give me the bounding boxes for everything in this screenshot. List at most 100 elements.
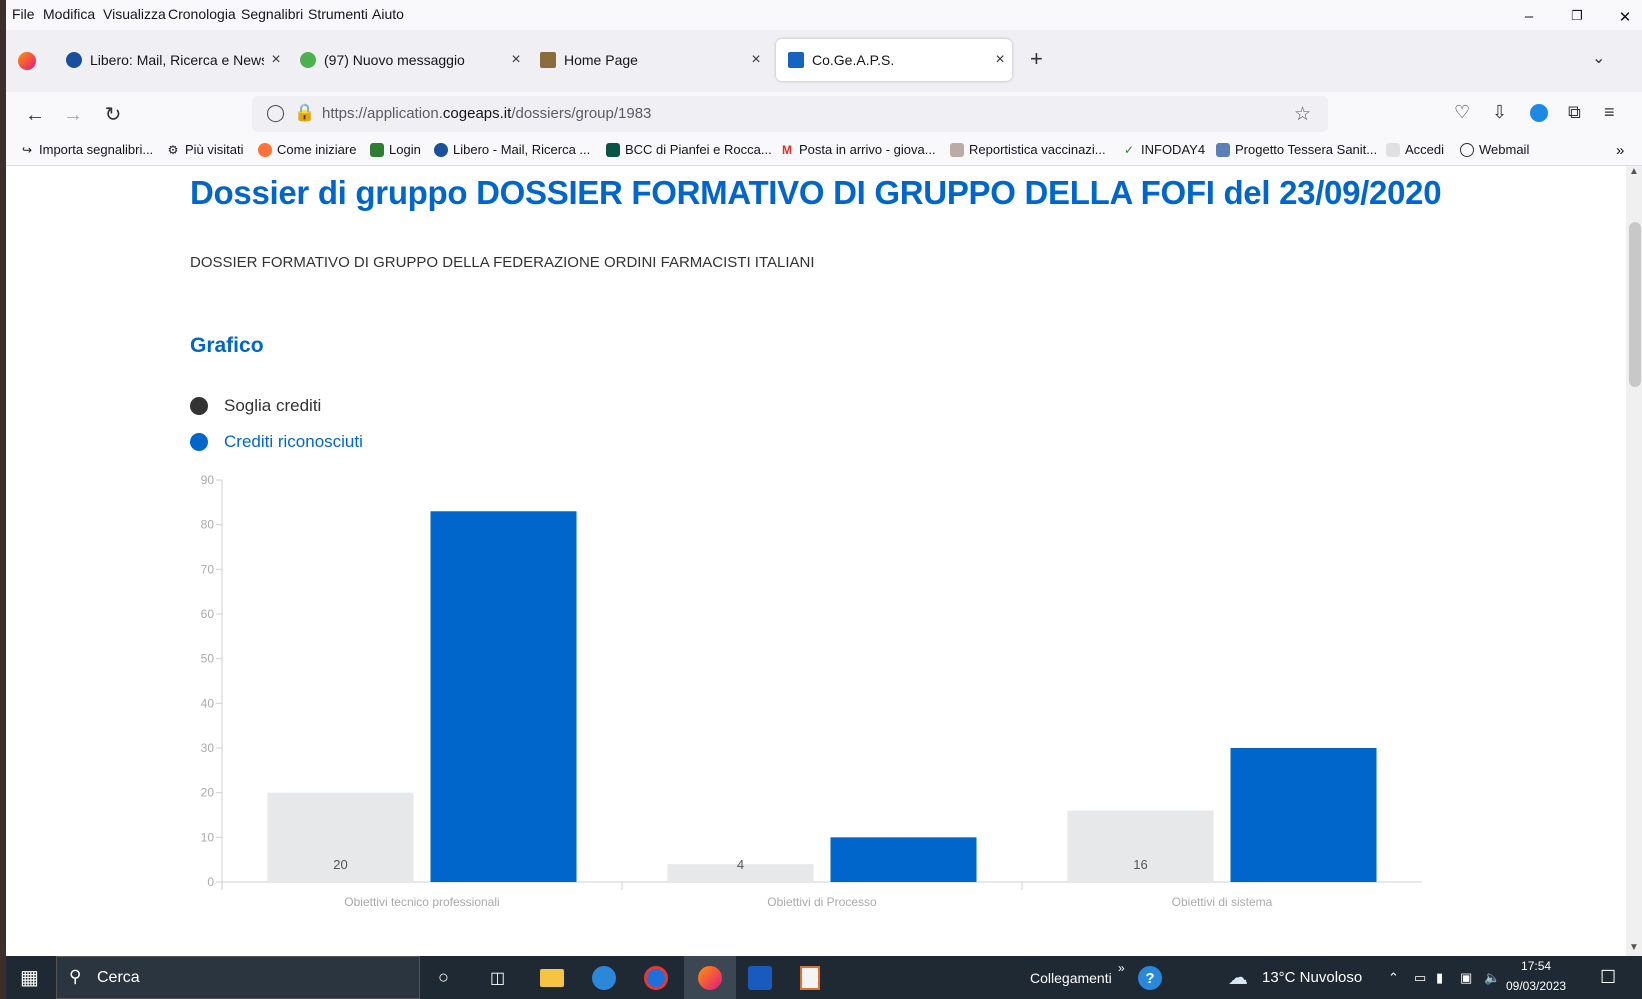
chrome-icon[interactable] [644,966,668,990]
url-text[interactable]: https://application.cogeaps.it/dossiers/… [322,105,651,122]
bookmark-posta[interactable]: M Posta in arrivo - giova... [780,142,936,157]
lock-icon[interactable]: 🔒 [294,103,315,123]
browser-window: File Modifica Visualizza Cronologia Segn… [6,0,1642,999]
bookmark-libero[interactable]: Libero - Mail, Ricerca ... [434,142,590,157]
firefox-view-icon[interactable] [18,52,36,70]
help-icon[interactable]: ? [1138,966,1162,990]
bar-value-label: 20 [333,857,347,872]
tab-bar: Libero: Mail, Ricerca e News con × (97) … [6,30,1642,92]
menu-strumenti[interactable]: Strumenti [308,6,368,22]
bookmark-importa[interactable]: ↪ Importa segnalibri... [20,142,153,157]
more-bookmarks-icon[interactable]: » [1616,142,1624,159]
gmail-icon: M [782,142,792,157]
tab-libero[interactable]: Libero: Mail, Ricerca e News con × [54,39,288,81]
scroll-up-icon[interactable]: ▲ [1629,166,1639,177]
tab-close-icon[interactable]: × [504,51,528,69]
new-tab-icon[interactable]: + [1030,46,1043,72]
firefox-icon [258,142,272,157]
bookmark-infoday[interactable]: ✓ INFODAY4 [1122,142,1205,157]
import-icon: ↪ [21,142,33,157]
pocket-icon[interactable]: ♡ [1454,102,1470,123]
globe-icon [1460,142,1474,157]
bookmark-reportistica[interactable]: Reportistica vaccinazi... [950,142,1106,157]
tab-home-page[interactable]: Home Page × [528,39,768,81]
word-icon[interactable] [748,966,772,990]
close-window-icon[interactable]: ✕ [1602,8,1642,26]
scrollbar-thumb[interactable] [1629,222,1641,387]
bar-crediti [1230,748,1377,882]
shield-icon[interactable]: ◯ [266,103,285,123]
back-icon[interactable]: ← [20,100,50,130]
firefox-taskbar-button[interactable] [684,956,736,999]
cloud-icon: ☁ [1228,967,1248,989]
notification-icon[interactable]: ☐ [1600,956,1616,999]
taskbar-links[interactable]: Collegamenti [1030,956,1112,999]
x-category-label: Obiettivi tecnico professionali [344,895,499,909]
tab-cogeaps[interactable]: Co.Ge.A.P.S. × [776,39,1012,81]
links-chevron-icon[interactable]: » [1118,946,1125,989]
bookmark-piu-visitati[interactable]: ⚙ Più visitati [166,142,244,157]
windows-start-icon[interactable]: ▦ [20,956,39,999]
file-explorer-icon[interactable] [540,969,564,987]
scrollbar[interactable]: ▲ ▼ [1626,166,1642,956]
tessera-icon [1216,142,1230,157]
y-tick-label: 80 [201,518,215,532]
clock[interactable]: 17:54 09/03/2023 [1506,959,1566,993]
menu-file[interactable]: File [12,6,35,22]
tab-close-icon[interactable]: × [988,51,1012,69]
bookmark-bcc[interactable]: BCC di Pianfei e Rocca... [606,142,772,157]
bar-crediti [430,511,577,882]
bookmark-webmail[interactable]: Webmail [1460,142,1529,157]
document-icon[interactable] [800,966,820,990]
list-tabs-icon[interactable]: ⌄ [1592,48,1605,68]
navigation-bar: ← → ↻ ◯ 🔒 https://application.cogeaps.it… [6,92,1642,136]
app-icon[interactable] [592,966,616,990]
bookmark-star-icon[interactable]: ☆ [1294,103,1311,126]
x-category-label: Obiettivi di sistema [1172,895,1273,909]
login-icon [370,142,384,157]
tray-chevron-icon[interactable]: ⌃ [1388,956,1399,999]
bookmark-come-iniziare[interactable]: Come iniziare [258,142,356,157]
task-view-icon[interactable]: ◫ [490,956,505,999]
taskbar-search[interactable]: ⚲ Cerca [56,956,420,999]
y-tick-label: 60 [201,607,215,621]
menu-visualizza[interactable]: Visualizza [103,6,166,22]
address-bar[interactable]: ◯ 🔒 https://application.cogeaps.it/dossi… [252,96,1328,132]
bookmark-login[interactable]: Login [370,142,421,157]
menu-bar: File Modifica Visualizza Cronologia Segn… [6,0,1642,30]
page-content: Dossier di gruppo DOSSIER FORMATIVO DI G… [6,166,1626,956]
download-icon[interactable]: ⇩ [1492,102,1507,123]
extensions-icon[interactable]: ⧉ [1568,102,1581,123]
bar-value-label: 16 [1133,857,1147,872]
menu-hamburger-icon[interactable]: ≡ [1604,102,1615,123]
libero-favicon-icon [66,52,82,68]
menu-aiuto[interactable]: Aiuto [372,6,404,22]
bar-value-label: 4 [737,857,744,872]
tray-device-icon[interactable]: ▭ [1414,956,1426,999]
volume-icon[interactable]: 🔈 [1484,956,1500,999]
tab-close-icon[interactable]: × [264,51,288,69]
tab-close-icon[interactable]: × [744,51,768,69]
report-icon [950,142,964,157]
y-tick-label: 30 [201,741,215,755]
home-favicon-icon [540,52,556,68]
reload-icon[interactable]: ↻ [98,100,128,130]
scroll-down-icon[interactable]: ▼ [1629,942,1639,953]
menu-segnalibri[interactable]: Segnalibri [241,6,303,22]
menu-modifica[interactable]: Modifica [43,6,95,22]
cortana-icon[interactable]: ○ [438,956,449,999]
menu-cronologia[interactable]: Cronologia [168,6,236,22]
forward-icon[interactable]: → [58,100,88,130]
network-icon[interactable]: ▣ [1460,956,1472,999]
cogeaps-favicon-icon [788,52,804,68]
account-icon[interactable] [1530,104,1548,122]
weather-text[interactable]: 13°C Nuvoloso [1262,956,1362,999]
bookmark-accedi[interactable]: Accedi [1386,142,1444,157]
minimize-icon[interactable]: – [1506,8,1552,25]
restore-icon[interactable]: ❐ [1554,8,1600,24]
tab-nuovo-messaggio[interactable]: (97) Nuovo messaggio × [288,39,528,81]
gear-icon: ⚙ [167,142,179,157]
bookmark-tessera[interactable]: Progetto Tessera Sanit... [1216,142,1377,157]
battery-icon[interactable]: ▮ [1436,956,1443,999]
windows-taskbar: ▦ ⚲ Cerca ○ ◫ Collegamenti » ? ☁ 13°C Nu… [6,956,1642,999]
